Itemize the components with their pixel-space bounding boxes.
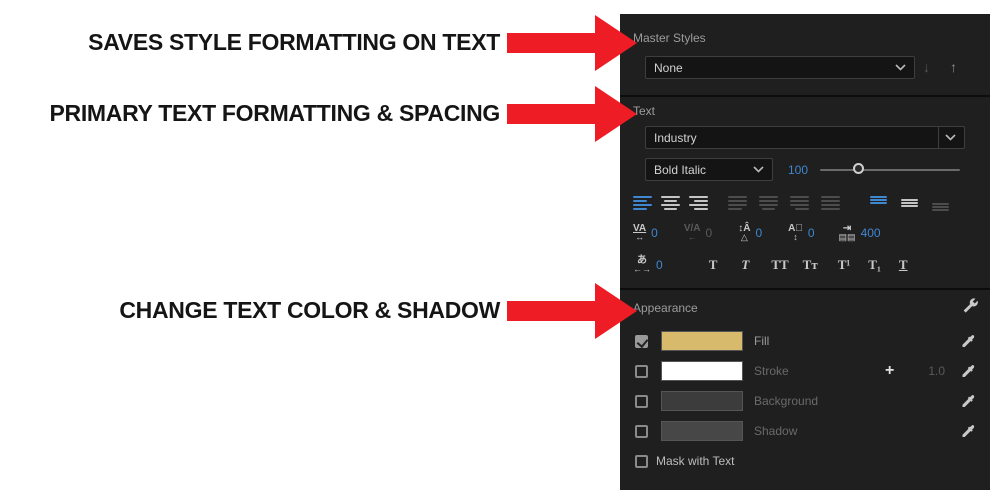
font-family-value: Industry	[654, 131, 932, 145]
push-style-down-button[interactable]: ↓	[923, 59, 930, 75]
small-caps-button[interactable]: Tᴛ	[803, 257, 818, 273]
baseline-shift-value[interactable]: 0	[808, 226, 815, 240]
font-style-dropdown[interactable]: Bold Italic	[645, 158, 773, 181]
fill-row: Fill	[635, 330, 975, 352]
shadow-swatch[interactable]	[661, 421, 743, 441]
add-stroke-icon[interactable]: +	[885, 363, 894, 379]
arrow-body	[507, 104, 595, 124]
shadow-row: Shadow	[635, 420, 975, 442]
eyedropper-icon[interactable]	[959, 393, 975, 409]
tab-width-icon: ⇥▤▤	[839, 224, 856, 242]
master-styles-label: Master Styles	[633, 31, 706, 45]
kerning-value[interactable]: 0	[706, 226, 713, 240]
slider-track[interactable]	[820, 169, 960, 171]
arrow-body	[507, 301, 595, 321]
kerning-control[interactable]: V/A← 0	[684, 224, 712, 242]
vertical-align-top-button[interactable]	[870, 196, 887, 211]
tracking-control[interactable]: VA↔ 0	[633, 224, 658, 242]
kerning-icon: V/A←	[684, 224, 701, 242]
background-row: Background	[635, 390, 975, 412]
spacing-controls-row: VA↔ 0 V/A← 0 ↕Â△ 0 A⃙↕ 0 ⇥▤▤ 400	[633, 220, 977, 246]
text-style-row: あ←→ 0 T T TT Tᴛ T¹ T₁ T	[633, 252, 977, 278]
faux-italic-button[interactable]: T	[741, 257, 749, 273]
fill-swatch[interactable]	[661, 331, 743, 351]
font-style-value: Bold Italic	[654, 163, 747, 177]
tracking-icon: VA↔	[633, 224, 646, 242]
tracking-value[interactable]: 0	[651, 226, 658, 240]
baseline-shift-icon: A⃙↕	[788, 224, 803, 242]
arrow-icon	[507, 15, 637, 71]
appearance-section-label: Appearance	[633, 301, 698, 315]
tsume-control[interactable]: あ←→ 0	[633, 256, 663, 274]
chevron-down-icon	[895, 64, 906, 71]
underline-button[interactable]: T	[899, 257, 908, 273]
justify-last-left-button[interactable]	[728, 196, 747, 211]
tutorial-graphic: SAVES STYLE FORMATTING ON TEXT PRIMARY T…	[0, 0, 1000, 500]
annotation-text-formatting: PRIMARY TEXT FORMATTING & SPACING	[0, 100, 500, 127]
tab-width-control[interactable]: ⇥▤▤ 400	[839, 224, 881, 242]
tsume-icon: あ←→	[633, 256, 651, 274]
align-left-button[interactable]	[633, 196, 652, 211]
section-divider	[620, 95, 990, 97]
superscript-button[interactable]: T¹	[838, 257, 851, 273]
font-size-value[interactable]: 100	[788, 163, 808, 177]
vertical-align-bottom-button[interactable]	[932, 196, 949, 211]
align-center-button[interactable]	[661, 196, 680, 211]
font-size-slider[interactable]	[820, 158, 960, 181]
mask-with-text-label: Mask with Text	[656, 454, 734, 468]
essential-graphics-panel: Master Styles None ↓ ↑ Text Industry Bol…	[620, 14, 990, 490]
annotation-appearance: CHANGE TEXT COLOR & SHADOW	[0, 297, 500, 324]
master-styles-dropdown[interactable]: None	[645, 56, 915, 79]
mask-with-text-checkbox[interactable]	[635, 455, 648, 468]
stroke-swatch[interactable]	[661, 361, 743, 381]
eyedropper-icon[interactable]	[959, 363, 975, 379]
shadow-label: Shadow	[754, 424, 797, 438]
font-family-dropdown[interactable]: Industry	[645, 126, 965, 149]
alignment-toolbar	[633, 192, 977, 214]
arrow-head	[595, 283, 637, 339]
justify-all-button[interactable]	[821, 196, 840, 211]
mask-with-text-row: Mask with Text	[635, 454, 734, 468]
stroke-label: Stroke	[754, 364, 789, 378]
arrow-head	[595, 15, 637, 71]
master-styles-value: None	[654, 61, 889, 75]
arrow-head	[595, 86, 637, 142]
arrow-body	[507, 33, 595, 53]
justify-last-right-button[interactable]	[790, 196, 809, 211]
chevron-down-icon	[753, 166, 764, 173]
subscript-button[interactable]: T₁	[868, 257, 881, 273]
slider-handle[interactable]	[853, 163, 864, 174]
leading-value[interactable]: 0	[755, 226, 762, 240]
tab-width-value[interactable]: 400	[861, 226, 881, 240]
justify-last-center-button[interactable]	[759, 196, 778, 211]
background-swatch[interactable]	[661, 391, 743, 411]
vertical-align-center-button[interactable]	[901, 196, 918, 211]
annotation-master-styles: SAVES STYLE FORMATTING ON TEXT	[0, 29, 500, 56]
shadow-checkbox[interactable]	[635, 425, 648, 438]
push-style-up-button[interactable]: ↑	[950, 59, 957, 75]
wrench-icon[interactable]	[961, 296, 978, 313]
arrow-icon	[507, 86, 637, 142]
leading-control[interactable]: ↕Â△ 0	[738, 224, 762, 242]
tsume-value[interactable]: 0	[656, 258, 663, 272]
baseline-shift-control[interactable]: A⃙↕ 0	[788, 224, 814, 242]
leading-icon: ↕Â△	[738, 224, 750, 242]
chevron-down-icon	[938, 127, 956, 148]
stroke-row: Stroke + 1.0	[635, 360, 975, 382]
align-right-button[interactable]	[689, 196, 708, 211]
background-label: Background	[754, 394, 818, 408]
faux-bold-button[interactable]: T	[709, 257, 718, 273]
all-caps-button[interactable]: TT	[771, 257, 788, 273]
arrow-icon	[507, 283, 637, 339]
stroke-checkbox[interactable]	[635, 365, 648, 378]
eyedropper-icon[interactable]	[959, 423, 975, 439]
stroke-width-value[interactable]: 1.0	[928, 364, 945, 378]
section-divider	[620, 288, 990, 290]
background-checkbox[interactable]	[635, 395, 648, 408]
eyedropper-icon[interactable]	[959, 333, 975, 349]
fill-label: Fill	[754, 334, 769, 348]
